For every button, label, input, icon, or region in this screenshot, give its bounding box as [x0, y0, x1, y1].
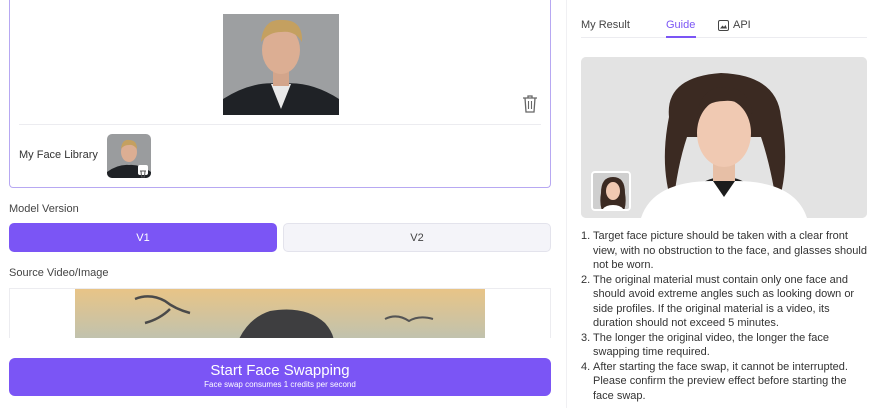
face-card-divider — [19, 124, 541, 125]
delete-face-button[interactable] — [521, 94, 539, 114]
guide-step-text: The longer the original video, the longe… — [593, 331, 830, 359]
guide-step-number: 1. — [581, 230, 591, 242]
guide-target-face-thumbnail — [591, 171, 631, 211]
model-version-label: Model Version — [9, 203, 79, 215]
tab-my-result[interactable]: My Result — [581, 19, 630, 31]
start-button-subtitle: Face swap consumes 1 credits per second — [204, 380, 356, 389]
guide-step-number: 4. — [581, 360, 591, 373]
model-v1-button[interactable]: V1 — [9, 223, 277, 252]
model-v2-button[interactable]: V2 — [283, 223, 551, 252]
guide-step-text: The original material must contain only … — [593, 273, 855, 330]
tab-guide[interactable]: Guide — [666, 19, 695, 31]
face-library-thumbnail[interactable] — [107, 134, 151, 178]
guide-step: 1. Target face picture should be taken wi… — [581, 229, 867, 273]
guide-step-number: 3. — [581, 331, 591, 344]
guide-step: 3. The longer the original video, the lon… — [581, 331, 867, 360]
source-label: Source Video/Image — [9, 267, 109, 279]
target-face-card: My Face Library — [9, 0, 551, 188]
source-upload-area[interactable] — [9, 288, 551, 338]
tab-api[interactable]: API — [718, 19, 751, 31]
face-library-label: My Face Library — [19, 149, 98, 161]
guide-step-text: Target face picture should be taken with… — [593, 230, 867, 271]
source-preview-image — [75, 289, 485, 338]
result-tabs: My Result Guide API — [581, 14, 867, 38]
guide-step: 4. After starting the face swap, it canno… — [581, 360, 867, 404]
target-face-photo — [223, 14, 339, 115]
tab-api-label: API — [733, 19, 751, 31]
guide-step-text: After starting the face swap, it cannot … — [593, 360, 848, 402]
thumbnail-delete-icon[interactable] — [138, 165, 148, 178]
trash-icon — [523, 95, 537, 113]
image-icon — [718, 19, 729, 31]
guide-step-number: 2. — [581, 273, 591, 286]
guide-step: 2. The original material must contain onl… — [581, 273, 867, 331]
start-button-title: Start Face Swapping — [210, 362, 350, 379]
panel-divider — [566, 0, 567, 408]
guide-steps-list: 1. Target face picture should be taken wi… — [581, 229, 867, 403]
guide-example-image — [581, 57, 867, 218]
active-tab-indicator — [666, 36, 696, 38]
start-face-swapping-button[interactable]: Start Face Swapping Face swap consumes 1… — [9, 358, 551, 396]
